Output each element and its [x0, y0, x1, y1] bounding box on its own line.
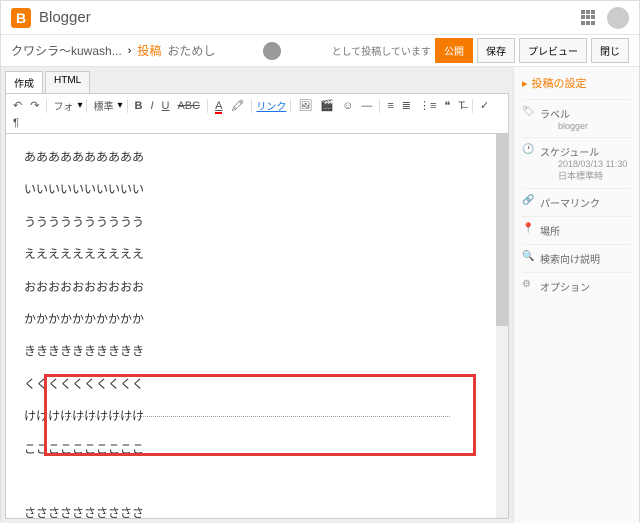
- quote-icon[interactable]: ❝: [441, 98, 453, 113]
- image-icon[interactable]: 🖼: [295, 98, 315, 113]
- title-bar: クワシラ〜kuwash... › 投稿 として投稿しています 公開 保存 プレビ…: [1, 35, 639, 67]
- save-button[interactable]: 保存: [477, 38, 515, 63]
- sidebar-item[interactable]: 🕐 スケジュール2018/03/13 11:30日本標準時: [522, 137, 631, 188]
- author-avatar: [263, 42, 281, 60]
- editor-tabs: 作成 HTML: [1, 67, 513, 93]
- editor-toolbar: ↶ ↷ フォ▾ 標準▾ B I U ABC A 🖍 リンク 🖼 🎬 ☺ ― ≡ …: [5, 93, 509, 134]
- blogger-logo-icon: B: [11, 8, 31, 28]
- sidebar-item[interactable]: 🔗 パーマリンク: [522, 188, 631, 216]
- sidebar-item[interactable]: ⚙ オプション: [522, 272, 631, 300]
- content-line[interactable]: くくくくくくくくくく: [24, 371, 490, 397]
- clear-format-icon[interactable]: T̶: [455, 99, 468, 113]
- link-button[interactable]: リンク: [256, 98, 286, 113]
- align-icon[interactable]: ≡: [384, 99, 396, 113]
- sidebar-item-label: ラベル: [540, 106, 588, 121]
- editor-canvas: ああああああああああいいいいいいいいいいううううううううううええええええええええ…: [5, 134, 509, 519]
- sidebar-item[interactable]: 📍 場所: [522, 216, 631, 244]
- emoji-icon[interactable]: ☺: [339, 99, 356, 113]
- underline-icon[interactable]: U: [159, 99, 173, 113]
- blog-title[interactable]: クワシラ〜kuwash...: [11, 42, 122, 59]
- content-line[interactable]: きききききききききき: [24, 338, 490, 364]
- content-line[interactable]: いいいいいいいいいい: [24, 176, 490, 202]
- apps-icon[interactable]: [581, 10, 597, 26]
- editor-section: 作成 HTML ↶ ↷ フォ▾ 標準▾ B I U ABC A 🖍 リンク 🖼 …: [1, 67, 513, 523]
- content-line[interactable]: ささささささささささ: [24, 500, 490, 518]
- sidebar-item-label: 検索向け説明: [540, 251, 600, 266]
- scrollbar[interactable]: [496, 134, 508, 518]
- close-button[interactable]: 閉じ: [591, 38, 629, 63]
- sidebar-item-icon: 🏷: [522, 106, 534, 117]
- video-icon[interactable]: 🎬: [317, 98, 337, 113]
- strike-icon[interactable]: ABC: [174, 99, 203, 113]
- posting-as-text: として投稿しています: [332, 43, 431, 58]
- content-line[interactable]: [24, 468, 490, 494]
- list-ul-icon[interactable]: ⋮≡: [416, 98, 439, 113]
- content-line[interactable]: うううううううううう: [24, 209, 490, 235]
- bold-icon[interactable]: B: [132, 99, 146, 113]
- highlight-icon[interactable]: 🖍: [227, 98, 247, 113]
- sidebar-item-label: オプション: [540, 279, 590, 294]
- content-editable[interactable]: ああああああああああいいいいいいいいいいううううううううううええええええええええ…: [6, 134, 508, 518]
- size-select[interactable]: 標準: [91, 97, 115, 114]
- sidebar-item-label: 場所: [540, 223, 560, 238]
- sidebar-item-icon: ⚙: [522, 279, 534, 290]
- content-line[interactable]: おおおおおおおおおお: [24, 274, 490, 300]
- post-label: 投稿: [137, 42, 161, 59]
- cursor-line: [62, 416, 450, 417]
- break-icon[interactable]: ―: [358, 99, 375, 113]
- content-line[interactable]: ここここここここここ: [24, 436, 490, 462]
- content-line[interactable]: かかかかかかかかかか: [24, 306, 490, 332]
- sidebar-title[interactable]: ▸ 投稿の設定: [522, 75, 631, 91]
- tab-compose[interactable]: 作成: [5, 71, 43, 93]
- content-line[interactable]: ああああああああああ: [24, 144, 490, 170]
- sidebar-item-sub: 2018/03/13 11:30日本標準時: [558, 159, 627, 182]
- sidebar-item-icon: 📍: [522, 223, 534, 234]
- italic-icon[interactable]: I: [147, 99, 156, 113]
- publish-button[interactable]: 公開: [435, 38, 473, 63]
- brand-name: Blogger: [39, 9, 91, 26]
- text-color-icon[interactable]: A: [212, 99, 225, 113]
- sidebar-item-label: パーマリンク: [540, 195, 600, 210]
- font-select[interactable]: フォ: [51, 97, 75, 114]
- sidebar-item-sub: blogger: [558, 121, 588, 131]
- main-area: 作成 HTML ↶ ↷ フォ▾ 標準▾ B I U ABC A 🖍 リンク 🖼 …: [1, 67, 639, 523]
- user-avatar[interactable]: [607, 7, 629, 29]
- post-title-input[interactable]: [167, 44, 247, 58]
- direction-icon[interactable]: ¶: [10, 116, 22, 130]
- redo-icon[interactable]: ↷: [27, 98, 42, 113]
- post-settings-sidebar: ▸ 投稿の設定 🏷 ラベルblogger 🕐 スケジュール2018/03/13 11:…: [513, 67, 639, 523]
- undo-icon[interactable]: ↶: [10, 98, 25, 113]
- app-header: B Blogger: [1, 1, 639, 35]
- sidebar-item[interactable]: 🏷 ラベルblogger: [522, 99, 631, 137]
- sidebar-item-icon: 🔍: [522, 251, 534, 262]
- preview-button[interactable]: プレビュー: [519, 38, 587, 63]
- sidebar-item-label: スケジュール: [540, 144, 627, 159]
- sidebar-item-icon: 🔗: [522, 195, 534, 206]
- content-line[interactable]: ええええええええええ: [24, 241, 490, 267]
- sidebar-item[interactable]: 🔍 検索向け説明: [522, 244, 631, 272]
- sidebar-item-icon: 🕐: [522, 144, 534, 155]
- list-ol-icon[interactable]: ≣: [399, 98, 414, 113]
- tab-html[interactable]: HTML: [45, 71, 90, 93]
- spellcheck-icon[interactable]: ✓: [477, 98, 492, 113]
